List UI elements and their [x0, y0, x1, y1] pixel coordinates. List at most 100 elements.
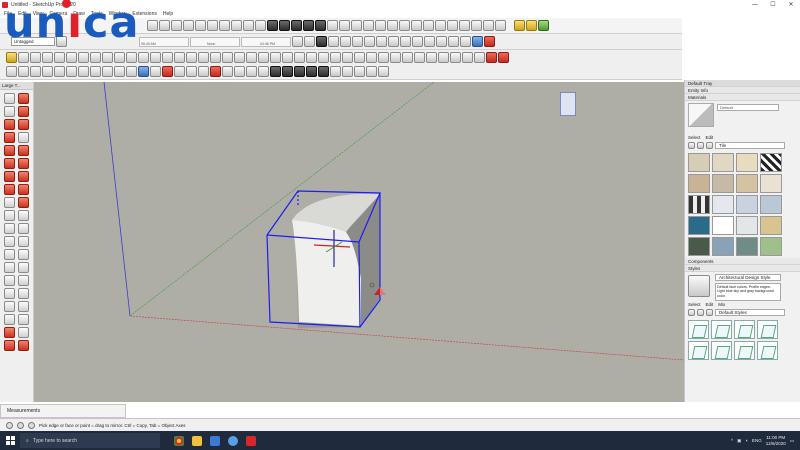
style-thumb[interactable] [757, 341, 778, 360]
perspective-icon[interactable] [472, 36, 483, 47]
zoom-tool-icon[interactable] [4, 262, 15, 273]
dimension-icon[interactable] [30, 52, 41, 63]
left-view-icon[interactable] [460, 36, 471, 47]
sandbox-icon[interactable] [90, 66, 101, 77]
material-swatch[interactable] [688, 216, 710, 235]
taskbar-search[interactable]: ⌕ Type here to search [20, 433, 160, 448]
lock-icon[interactable] [246, 66, 257, 77]
dynamic-component-icon[interactable] [484, 36, 495, 47]
add-detail-icon[interactable] [387, 20, 398, 31]
offset-tool-icon[interactable] [18, 197, 29, 208]
layout-tool-icon[interactable] [18, 327, 29, 338]
material-swatch[interactable] [760, 237, 782, 256]
forward-icon[interactable] [697, 142, 704, 149]
front-view-icon[interactable] [424, 36, 435, 47]
follow-me-tool-icon[interactable] [18, 184, 29, 195]
undo-icon[interactable] [354, 52, 365, 63]
material-swatch[interactable] [760, 153, 782, 172]
pan-tool-icon[interactable] [18, 249, 29, 260]
styles-tab-select[interactable]: Select [688, 302, 701, 307]
layout-send-icon[interactable] [486, 52, 497, 63]
redo-icon[interactable] [366, 52, 377, 63]
camera-icon[interactable] [66, 66, 77, 77]
pie-icon[interactable] [183, 20, 194, 31]
right-view-icon[interactable] [436, 36, 447, 47]
section-plane-icon[interactable] [411, 20, 422, 31]
next-view-icon[interactable] [150, 52, 161, 63]
line-icon[interactable] [198, 52, 209, 63]
style-thumb[interactable] [734, 320, 755, 339]
geo-location-icon[interactable] [426, 52, 437, 63]
shaded-textures-icon[interactable] [376, 36, 387, 47]
network-icon[interactable]: ▣ [737, 438, 741, 444]
styles-tab-edit[interactable]: Edit [706, 302, 714, 307]
material-swatch[interactable] [736, 237, 758, 256]
pan-icon[interactable] [102, 52, 113, 63]
tab-edit[interactable]: Edit [706, 135, 714, 140]
stamp-icon[interactable] [363, 20, 374, 31]
back-view-icon[interactable] [448, 36, 459, 47]
lock-closed-icon[interactable] [294, 66, 305, 77]
tab-select[interactable]: Select [688, 135, 701, 140]
paint-bucket-tool-icon[interactable] [4, 106, 15, 117]
previous-tool-icon[interactable] [18, 275, 29, 286]
shadow-time-slider[interactable]: 06:43 AM [139, 36, 189, 47]
styles-collection-select[interactable]: Default Styles [715, 309, 785, 316]
display-section-icon[interactable] [423, 20, 434, 31]
material-swatch[interactable] [736, 216, 758, 235]
play-icon[interactable] [342, 66, 353, 77]
file-explorer-icon[interactable] [192, 435, 202, 446]
share-model-icon[interactable] [538, 20, 549, 31]
scene-icon[interactable] [330, 66, 341, 77]
follow-me-icon[interactable] [243, 20, 254, 31]
material-swatch[interactable] [712, 216, 734, 235]
material-swatch[interactable] [736, 174, 758, 193]
back-icon[interactable] [688, 142, 695, 149]
axes-icon[interactable] [54, 52, 65, 63]
material-swatch[interactable] [688, 174, 710, 193]
3d-text-tool-icon[interactable] [18, 236, 29, 247]
component-icon[interactable] [54, 66, 65, 77]
volume-icon[interactable]: ◖ [745, 438, 748, 443]
photo-textures-icon[interactable] [414, 52, 425, 63]
measurements-box[interactable]: Measurements [0, 404, 126, 418]
entity-info-panel-header[interactable]: Entity Info [685, 87, 800, 94]
axes-tool-icon[interactable] [4, 236, 15, 247]
print-icon[interactable] [378, 52, 389, 63]
material-collection-select[interactable]: Tile [715, 142, 785, 149]
zoom-extents-icon[interactable] [126, 52, 137, 63]
eraser-tool-icon[interactable] [18, 93, 29, 104]
model-info-icon[interactable] [390, 52, 401, 63]
rectangle-icon[interactable] [222, 52, 233, 63]
sandbox-scratch-icon[interactable] [339, 20, 350, 31]
position-camera-icon[interactable] [483, 20, 494, 31]
solid-split-icon[interactable] [315, 20, 326, 31]
protractor-icon[interactable] [42, 52, 53, 63]
copy-icon[interactable] [330, 52, 341, 63]
section-plane-tool-icon[interactable] [18, 301, 29, 312]
modeling-viewport[interactable] [34, 82, 684, 402]
material-swatch[interactable] [760, 195, 782, 214]
make-component-tool-icon[interactable] [18, 106, 29, 117]
line-tool-icon[interactable] [4, 119, 15, 130]
warehouse-icon[interactable] [514, 20, 525, 31]
save-icon[interactable] [306, 52, 317, 63]
circle-icon[interactable] [246, 52, 257, 63]
rotate-tool-icon[interactable] [4, 184, 15, 195]
section-view-icon[interactable] [78, 66, 89, 77]
warehouse-view-icon[interactable] [18, 66, 29, 77]
home-materials-icon[interactable] [706, 142, 713, 149]
styles-back-icon[interactable] [688, 309, 695, 316]
style-thumb[interactable] [711, 320, 732, 339]
open-file-icon[interactable] [294, 52, 305, 63]
push-pull-tool-icon[interactable] [18, 171, 29, 182]
scale-tool-icon[interactable] [4, 197, 15, 208]
house-outline-icon[interactable] [42, 66, 53, 77]
store-icon[interactable] [210, 435, 220, 446]
components-panel-header[interactable]: Components [685, 258, 800, 265]
section-cut-icon[interactable] [435, 20, 446, 31]
new-file-icon[interactable] [282, 52, 293, 63]
make-component-icon[interactable] [186, 52, 197, 63]
styles-forward-icon[interactable] [697, 309, 704, 316]
walk-tool-icon[interactable] [222, 66, 233, 77]
